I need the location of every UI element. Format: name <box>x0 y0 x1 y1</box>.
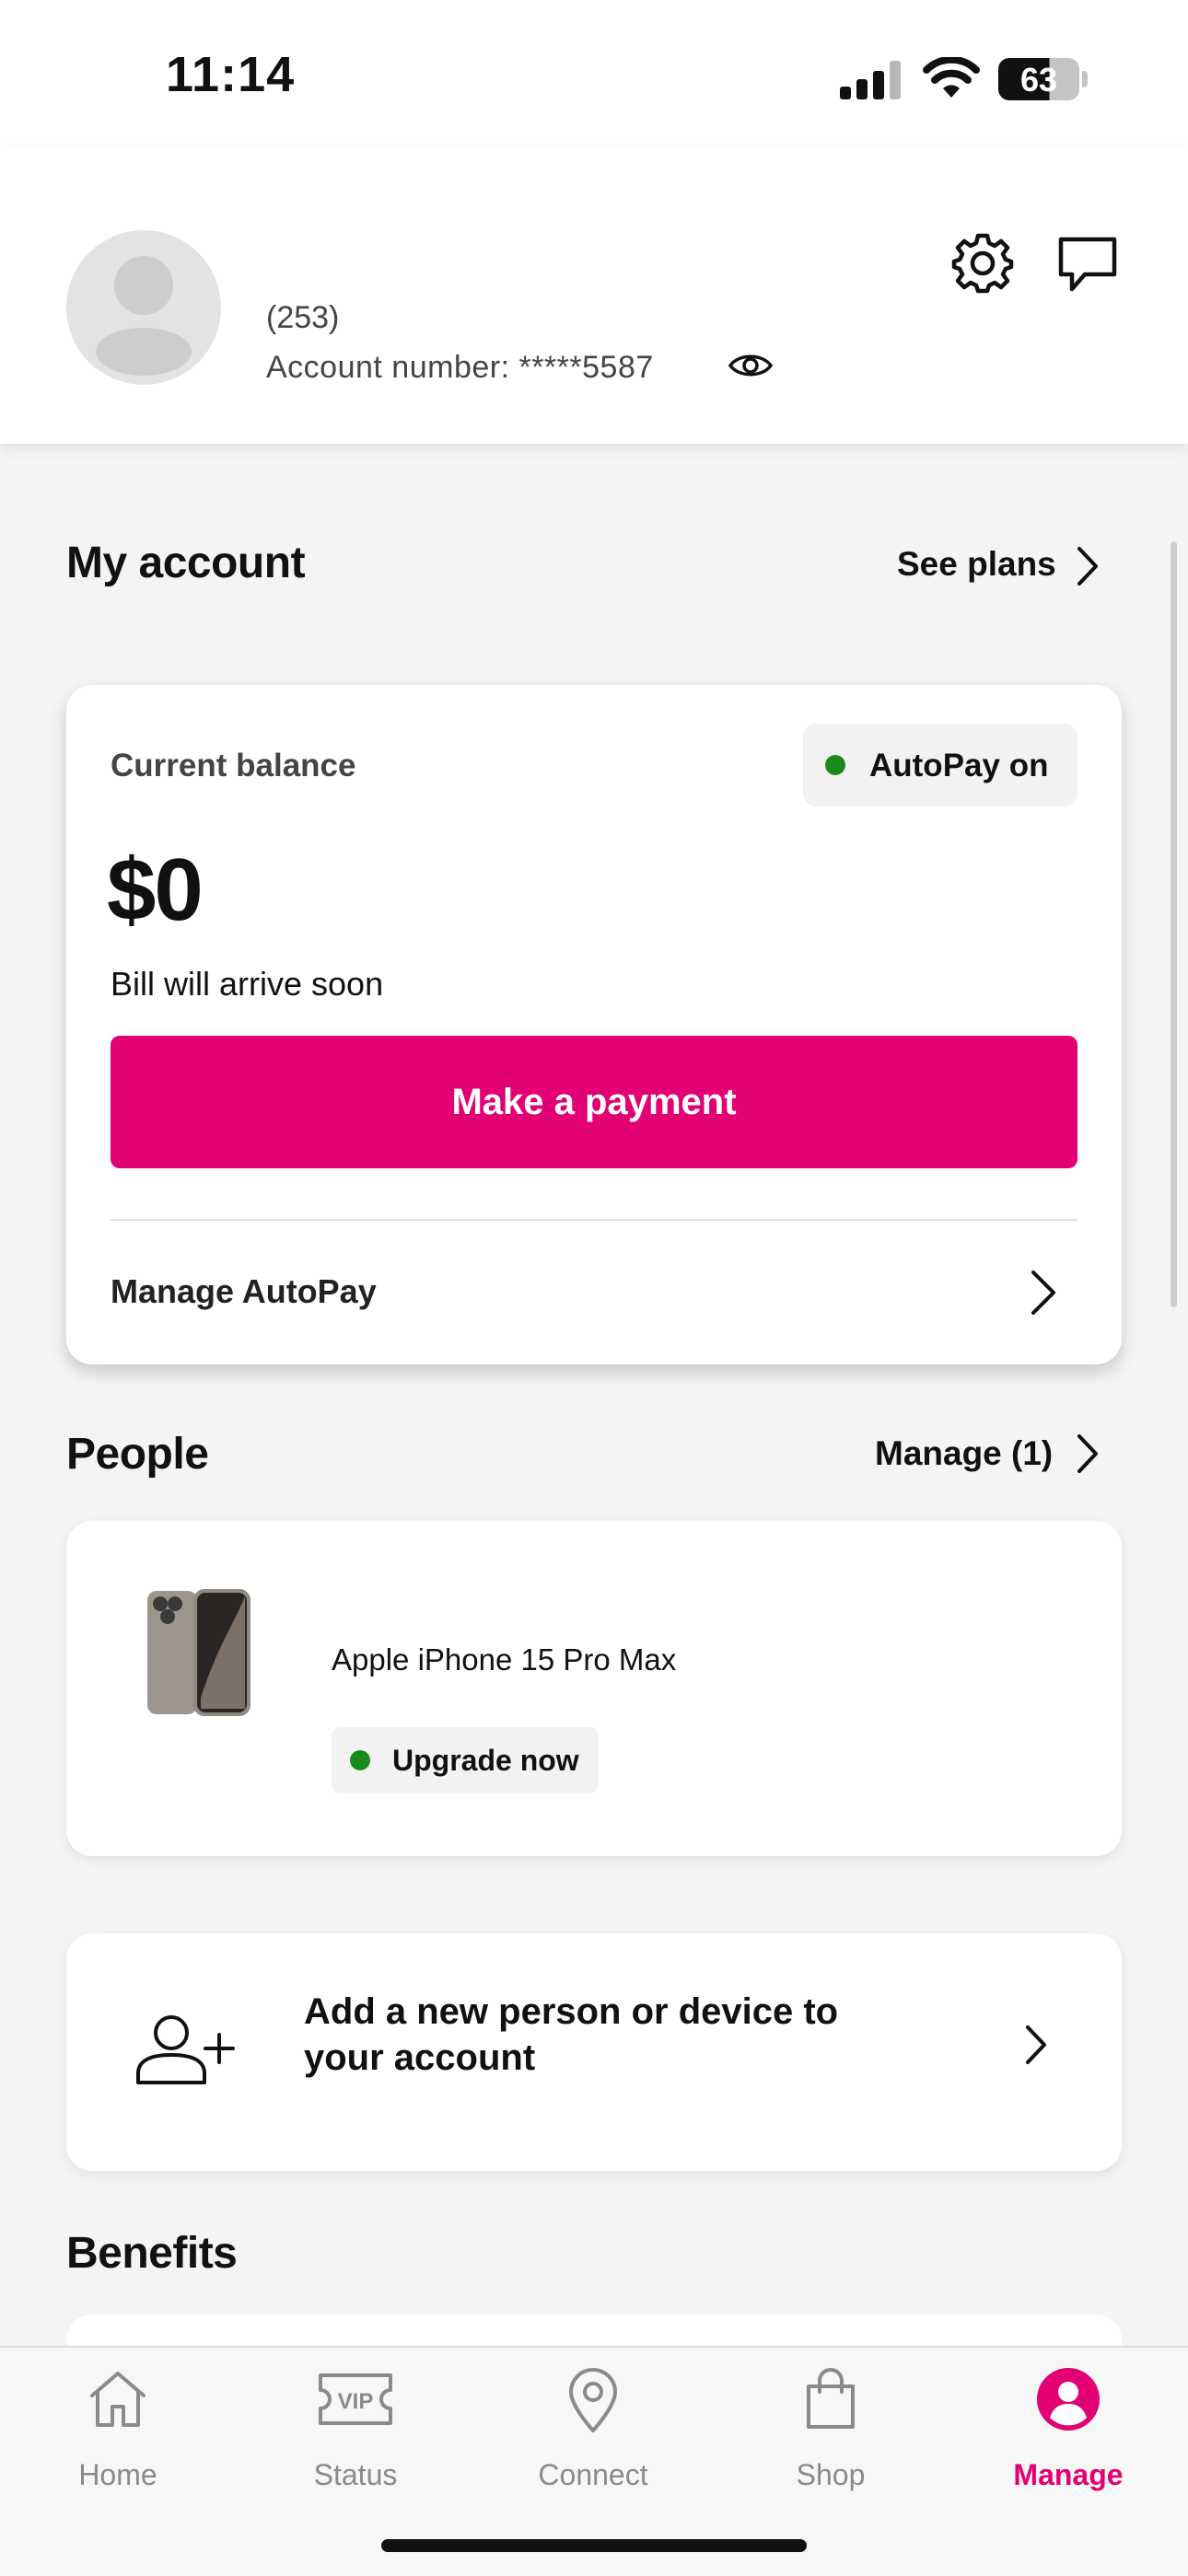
manage-people-link[interactable]: Manage (1) <box>875 1434 1053 1473</box>
tab-manage-label: Manage <box>1013 2458 1124 2491</box>
svg-text:VIP: VIP <box>338 2389 374 2414</box>
chevron-right-icon <box>1026 2025 1046 2064</box>
home-indicator <box>381 2539 807 2552</box>
battery-level: 63 <box>1019 61 1058 99</box>
vip-icon: VIP <box>319 2373 392 2425</box>
add-person-label-line2: your account <box>304 2037 536 2078</box>
status-dot-icon <box>825 755 845 775</box>
see-plans-link[interactable]: See plans <box>897 545 1056 584</box>
chevron-right-icon <box>1077 1434 1098 1473</box>
tab-status-label: Status <box>313 2458 398 2491</box>
avatar[interactable] <box>66 230 221 385</box>
account-number: Account number: *****5587 <box>266 350 654 385</box>
location-pin-icon <box>569 2368 617 2432</box>
status-time: 11:14 <box>166 47 296 102</box>
autopay-status-badge: AutoPay on <box>803 724 1077 806</box>
make-payment-button[interactable]: Make a payment <box>111 1036 1077 1168</box>
balance-amount: $0 <box>107 841 204 939</box>
manage-people-label: Manage (1) <box>875 1434 1054 1472</box>
chevron-right-icon <box>1031 1271 1055 1315</box>
balance-label: Current balance <box>111 748 356 783</box>
scrollbar[interactable] <box>1171 541 1177 1307</box>
add-person-label-line1: Add a new person or device to <box>304 1991 839 2032</box>
autopay-status-label: AutoPay on <box>869 748 1049 783</box>
signal-icon <box>840 61 901 99</box>
benefits-title: Benefits <box>66 2229 238 2278</box>
my-account-title: My account <box>66 539 306 587</box>
chat-icon[interactable] <box>1055 234 1120 295</box>
iphone-device-image <box>147 1589 250 1716</box>
settings-gear-icon[interactable] <box>950 230 1015 295</box>
home-icon <box>90 2372 146 2427</box>
upgrade-badge-label: Upgrade now <box>392 1744 579 1777</box>
add-person-icon <box>136 2015 235 2084</box>
person-silhouette-icon <box>96 256 192 376</box>
chevron-right-icon <box>1077 547 1098 586</box>
divider <box>111 1219 1077 1221</box>
eye-icon[interactable] <box>728 350 774 381</box>
shopping-bag-icon <box>807 2368 855 2429</box>
manage-autopay-label: Manage AutoPay <box>111 1272 377 1310</box>
manage-autopay-row[interactable]: Manage AutoPay <box>111 1234 1077 1353</box>
tab-shop-label: Shop <box>796 2458 866 2491</box>
phone-number: (253) <box>266 300 340 335</box>
device-name: Apple iPhone 15 Pro Max <box>332 1642 677 1677</box>
people-title: People <box>66 1430 209 1479</box>
add-person-label: Add a new person or device to your accou… <box>304 1989 838 2081</box>
status-dot-icon <box>350 1750 370 1770</box>
tab-connect-label: Connect <box>538 2458 648 2491</box>
battery-icon: 63 <box>998 58 1079 100</box>
profile-icon <box>1037 2368 1100 2431</box>
wifi-icon <box>923 57 980 98</box>
see-plans-label: See plans <box>897 545 1056 583</box>
bill-note: Bill will arrive soon <box>111 965 384 1003</box>
tab-home-label: Home <box>78 2458 157 2491</box>
battery-cap <box>1082 71 1088 87</box>
upgrade-badge[interactable]: Upgrade now <box>332 1727 599 1793</box>
